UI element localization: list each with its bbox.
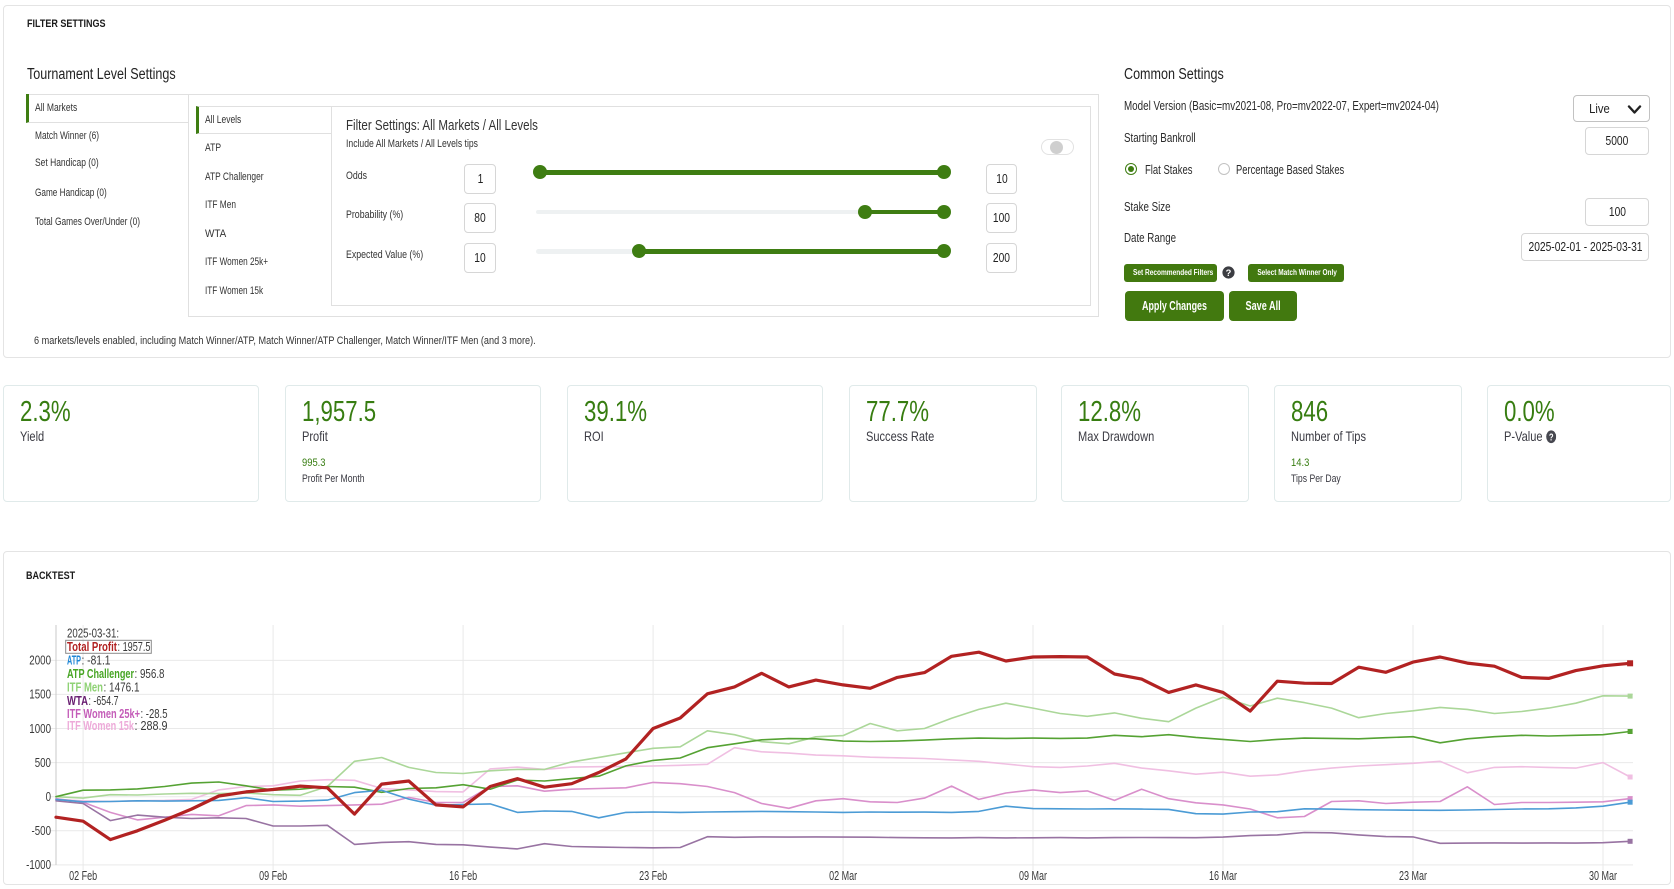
svg-text:-1000: -1000 (26, 858, 51, 872)
svg-text:ITF Men: ITF Men (67, 681, 103, 695)
svg-text:2000: 2000 (29, 654, 51, 668)
svg-text:02 Mar: 02 Mar (829, 869, 857, 883)
svg-text:1000: 1000 (29, 722, 51, 736)
svg-text:ITF Women 15k: ITF Women 15k (67, 719, 134, 733)
svg-text:2025-03-31:: 2025-03-31: (67, 626, 119, 640)
svg-text:23 Mar: 23 Mar (1399, 869, 1427, 883)
svg-text:23 Feb: 23 Feb (639, 869, 667, 883)
svg-text:09 Feb: 09 Feb (259, 869, 287, 883)
svg-text:: -654.7: : -654.7 (89, 694, 119, 708)
svg-text:30 Mar: 30 Mar (1589, 869, 1617, 883)
svg-text:: 1957.5: : 1957.5 (118, 640, 151, 654)
svg-text:: 1476.1: : 1476.1 (104, 681, 140, 695)
svg-text:: 288.9: : 288.9 (135, 719, 168, 733)
svg-text:02 Feb: 02 Feb (69, 869, 97, 883)
svg-text:16 Feb: 16 Feb (449, 869, 477, 883)
svg-text:0: 0 (46, 790, 51, 804)
svg-text:Total Profit: Total Profit (67, 640, 118, 654)
svg-text:?: ? (1226, 268, 1232, 278)
svg-text:WTA: WTA (67, 694, 88, 708)
svg-text:: -81.1: : -81.1 (82, 654, 111, 668)
svg-text:500: 500 (35, 756, 51, 770)
svg-text:: 956.8: : 956.8 (135, 667, 165, 681)
svg-text:16 Mar: 16 Mar (1209, 869, 1237, 883)
svg-text:1500: 1500 (29, 688, 51, 702)
svg-text:-500: -500 (32, 824, 52, 838)
svg-text:ATP Challenger: ATP Challenger (67, 667, 134, 681)
svg-text:ATP: ATP (67, 654, 81, 668)
svg-text:09 Mar: 09 Mar (1019, 869, 1047, 883)
svg-text:?: ? (1549, 432, 1554, 443)
